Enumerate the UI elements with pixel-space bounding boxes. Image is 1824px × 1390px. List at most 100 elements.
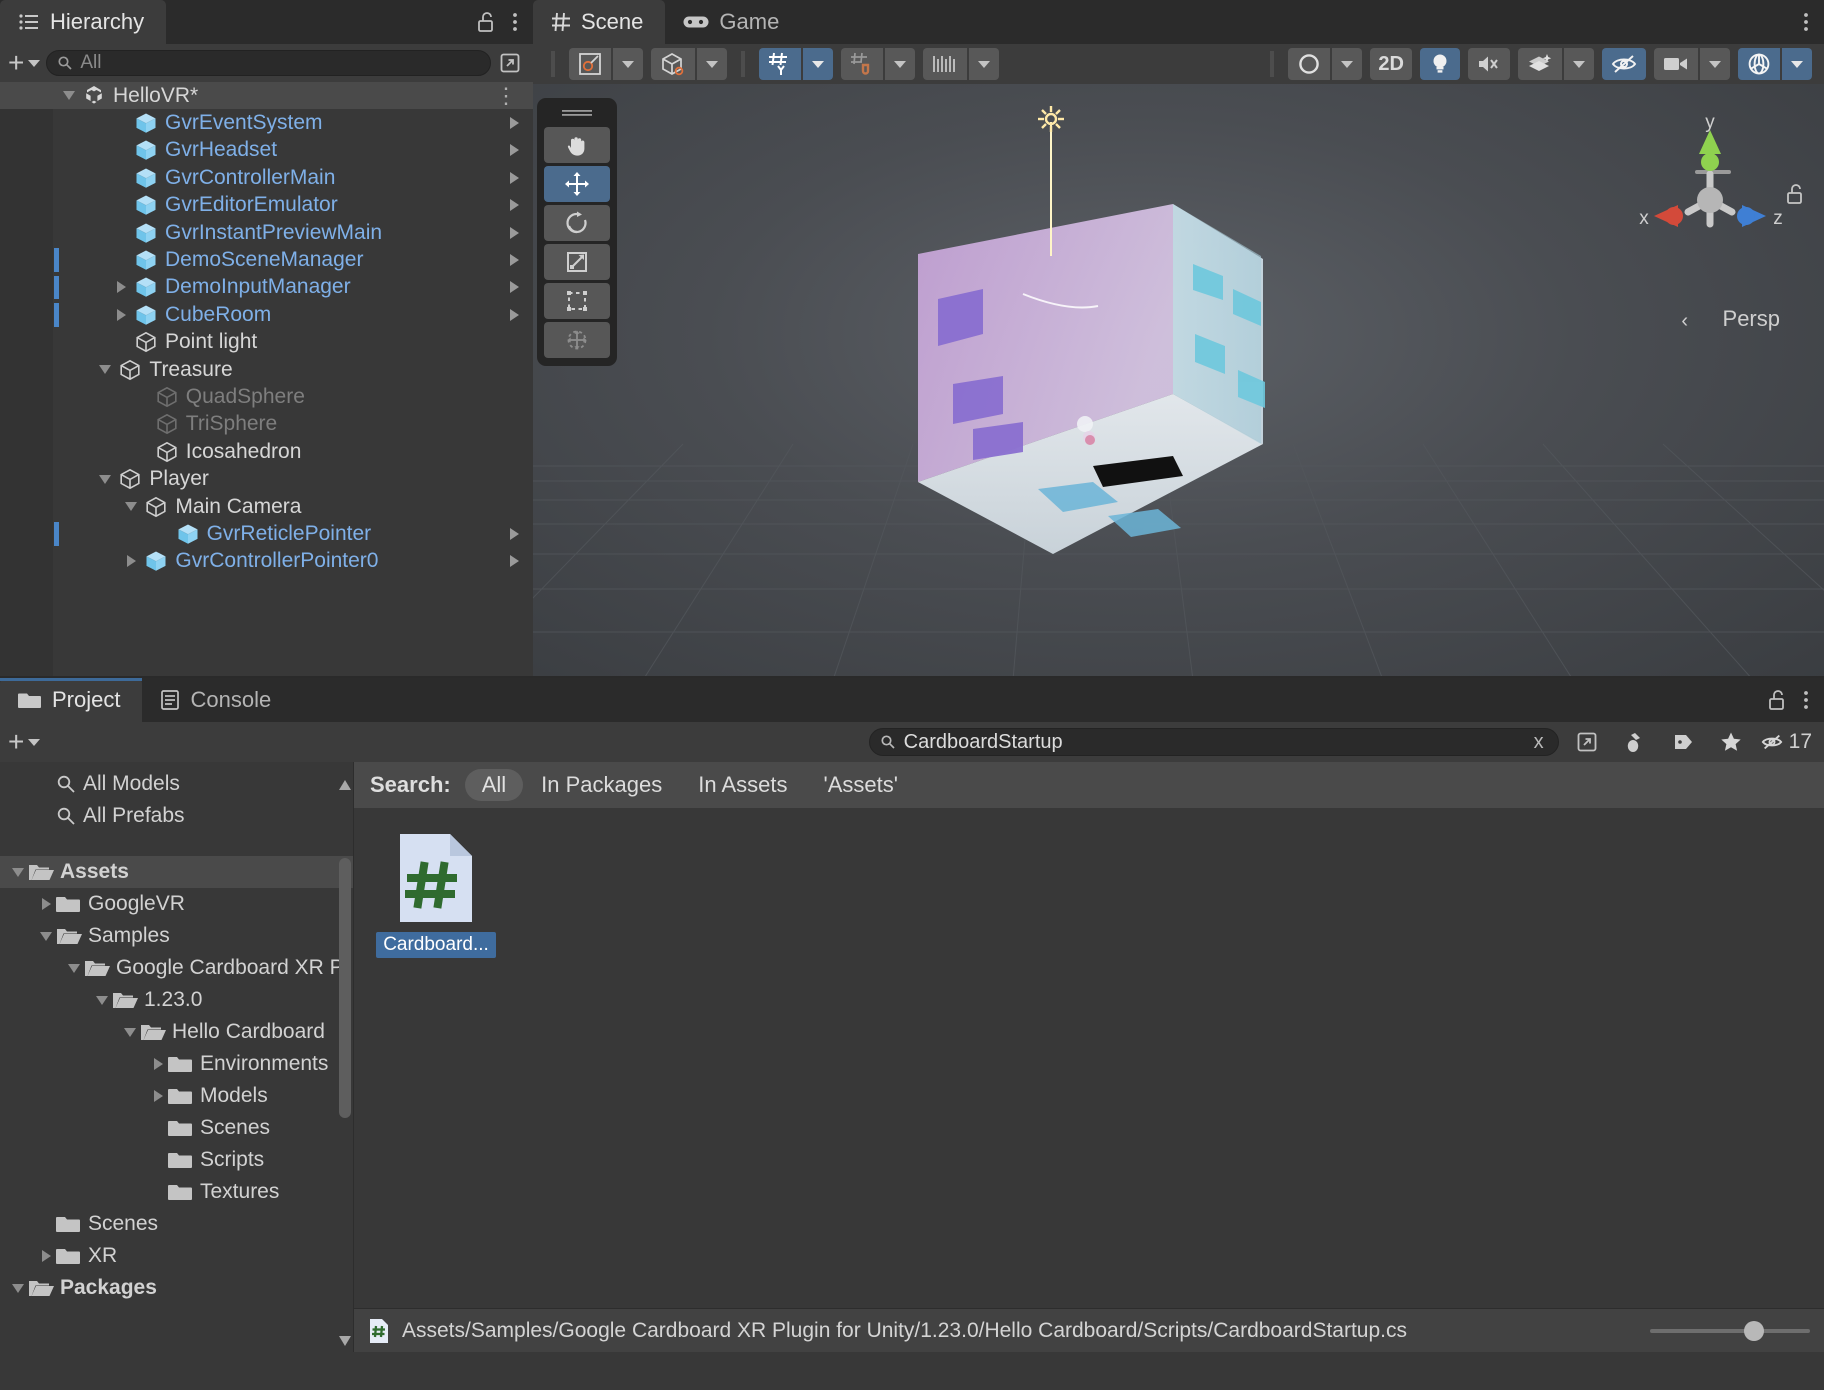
hierarchy-item[interactable]: GvrControllerPointer0	[0, 548, 533, 575]
twisty-down-icon[interactable]	[122, 498, 140, 516]
kebab-menu-icon[interactable]	[1802, 10, 1810, 34]
prefab-open-chevron-icon[interactable]	[510, 254, 519, 266]
kebab-menu-icon[interactable]	[511, 10, 519, 34]
create-object-button[interactable]: +	[8, 53, 40, 73]
move-tool-button[interactable]	[544, 166, 610, 202]
folder-item[interactable]: GoogleVR	[0, 888, 353, 920]
hierarchy-item[interactable]: Point light	[0, 329, 533, 356]
palette-drag-handle[interactable]	[560, 108, 594, 118]
scene-gizmos-dropdown[interactable]	[1782, 48, 1812, 80]
scene-ruler-dropdown[interactable]	[969, 48, 999, 80]
scope-chip-in-assets[interactable]: In Assets	[680, 769, 805, 801]
tab-hierarchy[interactable]: Hierarchy	[0, 0, 166, 44]
kebab-menu-icon[interactable]	[1802, 688, 1810, 712]
prefab-open-chevron-icon[interactable]	[510, 555, 519, 567]
prefab-open-chevron-icon[interactable]	[510, 144, 519, 156]
folder-item[interactable]: Google Cardboard XR P	[0, 952, 353, 984]
zoom-slider-knob[interactable]	[1744, 1321, 1764, 1341]
folder-item[interactable]: Packages	[0, 1272, 353, 1304]
twisty-right-icon[interactable]	[148, 1058, 168, 1070]
twisty-down-icon[interactable]	[36, 932, 56, 941]
asset-item[interactable]: Cardboard...	[382, 830, 490, 958]
folder-item[interactable]: XR	[0, 1240, 353, 1272]
filter-by-label-icon[interactable]	[1663, 727, 1703, 757]
hierarchy-popout-button[interactable]	[497, 50, 523, 76]
scene-shading-dropdown[interactable]	[1332, 48, 1362, 80]
hierarchy-item[interactable]: GvrEventSystem	[0, 109, 533, 136]
folder-list[interactable]: Assets GoogleVR Samples Google Cardboard…	[0, 856, 353, 1304]
hierarchy-item[interactable]: QuadSphere	[0, 383, 533, 410]
twisty-right-icon[interactable]	[148, 1090, 168, 1102]
scene-camera-button[interactable]	[1654, 48, 1698, 80]
scale-tool-button[interactable]	[544, 244, 610, 280]
prefab-open-chevron-icon[interactable]	[510, 117, 519, 129]
prefab-open-chevron-icon[interactable]	[510, 528, 519, 540]
scene-draw-mode-dropdown[interactable]	[613, 48, 643, 80]
scene-shading-button[interactable]	[1288, 48, 1330, 80]
hierarchy-search-input[interactable]: All	[46, 50, 491, 76]
projection-label[interactable]: Persp	[1723, 306, 1780, 332]
twisty-down-icon[interactable]	[60, 87, 78, 105]
scene-view-gizmo[interactable]: y x z	[1630, 112, 1790, 282]
folder-item[interactable]: Assets	[0, 856, 353, 888]
hierarchy-item[interactable]: CubeRoom	[0, 301, 533, 328]
asset-grid-zoom-slider[interactable]	[1650, 1321, 1810, 1341]
scene-ruler-button[interactable]	[923, 48, 967, 80]
twisty-right-icon[interactable]	[112, 306, 130, 324]
hand-tool-button[interactable]	[544, 127, 610, 163]
prefab-open-chevron-icon[interactable]	[510, 199, 519, 211]
asset-grid[interactable]: Cardboard...	[354, 808, 1824, 1308]
lock-open-icon[interactable]	[475, 10, 497, 34]
twisty-right-icon[interactable]	[36, 1250, 56, 1262]
twisty-right-icon[interactable]	[112, 278, 130, 296]
project-folder-tree[interactable]: All Models All Prefabs Assets GoogleVR S…	[0, 762, 354, 1352]
twisty-right-icon[interactable]	[122, 552, 140, 570]
folder-item[interactable]: Models	[0, 1080, 353, 1112]
projection-toggle-arrow[interactable]: ‹	[1681, 310, 1688, 333]
hidden-assets-indicator[interactable]: 17	[1759, 730, 1818, 754]
hierarchy-item[interactable]: Treasure	[0, 356, 533, 383]
prefab-open-chevron-icon[interactable]	[510, 281, 519, 293]
hierarchy-item[interactable]: GvrHeadset	[0, 137, 533, 164]
favorite-item[interactable]: All Models	[0, 768, 353, 800]
scene-effects-button[interactable]	[1518, 48, 1562, 80]
scene-hidden-objects-toggle[interactable]	[1602, 48, 1646, 80]
tab-game[interactable]: Game	[665, 0, 801, 44]
hierarchy-item[interactable]: TriSphere	[0, 411, 533, 438]
folder-item[interactable]: 1.23.0	[0, 984, 353, 1016]
hierarchy-item[interactable]: GvrEditorEmulator	[0, 192, 533, 219]
twisty-down-icon[interactable]	[64, 964, 84, 973]
clear-search-button[interactable]: x	[1534, 731, 1548, 754]
twisty-down-icon[interactable]	[92, 996, 112, 1005]
scene-2d3d-dropdown[interactable]	[697, 48, 727, 80]
rotate-tool-button[interactable]	[544, 205, 610, 241]
project-search-popout-button[interactable]	[1567, 727, 1607, 757]
prefab-open-chevron-icon[interactable]	[510, 227, 519, 239]
scene-camera-dropdown[interactable]	[1700, 48, 1730, 80]
rect-tool-button[interactable]	[544, 283, 610, 319]
tab-project[interactable]: Project	[0, 678, 142, 722]
scene-grid-axis-dropdown[interactable]	[803, 48, 833, 80]
favorites-list[interactable]: All Models All Prefabs	[0, 762, 353, 832]
folder-item[interactable]: Scenes	[0, 1112, 353, 1144]
project-search-input[interactable]: CardboardStartup x	[869, 728, 1559, 756]
hierarchy-item[interactable]: Player	[0, 465, 533, 492]
hierarchy-item[interactable]: HelloVR*⋮	[0, 82, 533, 109]
prefab-open-chevron-icon[interactable]	[510, 172, 519, 184]
hierarchy-item[interactable]: DemoSceneManager	[0, 246, 533, 273]
scroll-down-arrow[interactable]	[339, 1334, 351, 1348]
hierarchy-item[interactable]: Icosahedron	[0, 438, 533, 465]
scope-chip-in-packages[interactable]: In Packages	[523, 769, 680, 801]
scene-effects-dropdown[interactable]	[1564, 48, 1594, 80]
favorites-star-icon[interactable]	[1711, 727, 1751, 757]
folder-item[interactable]: Hello Cardboard	[0, 1016, 353, 1048]
lock-open-icon[interactable]	[1766, 688, 1788, 712]
scene-snap-button[interactable]	[841, 48, 883, 80]
scene-lighting-toggle[interactable]	[1420, 48, 1460, 80]
kebab-menu-icon[interactable]: ⋮	[495, 83, 517, 109]
folder-item[interactable]: Environments	[0, 1048, 353, 1080]
hierarchy-item[interactable]: GvrInstantPreviewMain	[0, 219, 533, 246]
scene-snap-dropdown[interactable]	[885, 48, 915, 80]
scope-chip-assets-folder[interactable]: 'Assets'	[806, 769, 916, 801]
hierarchy-item[interactable]: GvrReticlePointer	[0, 520, 533, 547]
